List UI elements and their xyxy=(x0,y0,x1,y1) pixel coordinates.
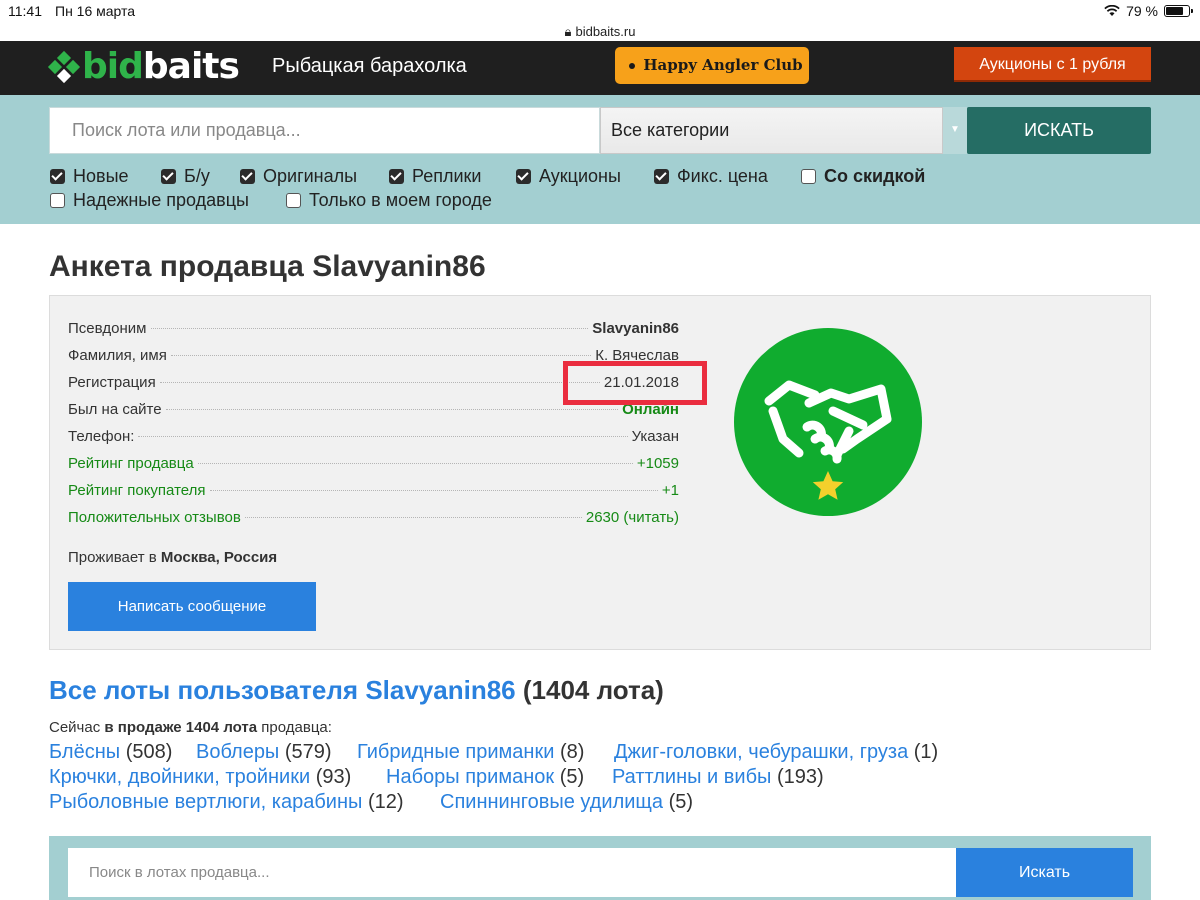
auctions-button[interactable]: Аукционы с 1 рубля xyxy=(954,47,1151,82)
category-link[interactable]: Джиг-головки, чебурашки, груза (1) xyxy=(614,741,938,764)
filter-used[interactable]: Б/у xyxy=(161,165,210,187)
site-tagline: Рыбацкая барахолка xyxy=(272,55,467,77)
chevron-down-icon[interactable]: ▼ xyxy=(943,107,967,154)
status-time: 11:41 xyxy=(8,3,42,19)
search-panel: Поиск лота или продавца... Все категории… xyxy=(0,95,1200,224)
category-link[interactable]: Раттлины и вибы (193) xyxy=(612,766,824,789)
filter-discount[interactable]: Со скидкой xyxy=(801,165,925,187)
on-sale-summary: Сейчас в продаже 1404 лота продавца: xyxy=(49,719,332,736)
url-text: bidbaits.ru xyxy=(575,24,636,39)
filter-my-city[interactable]: Только в моем городе xyxy=(286,189,492,211)
info-row-seller-rating[interactable]: Рейтинг продавца +1059 xyxy=(68,455,679,475)
checkbox[interactable] xyxy=(516,168,531,184)
category-link[interactable]: Блёсны (508) xyxy=(49,741,172,764)
seller-lots-search-input[interactable]: Поиск в лотах продавца... xyxy=(68,848,956,897)
info-row-buyer-rating[interactable]: Рейтинг покупателя +1 xyxy=(68,482,679,502)
checkbox[interactable] xyxy=(50,168,65,184)
seller-location: Проживает в Москва, Россия xyxy=(68,549,278,566)
dot-icon xyxy=(629,63,636,69)
ios-status-bar: 11:41 Пн 16 марта 79 % xyxy=(0,0,1200,24)
handshake-badge-icon xyxy=(734,328,922,516)
send-message-button[interactable]: Написать сообщение xyxy=(68,582,316,631)
address-bar[interactable]: 🔒︎ bidbaits.ru xyxy=(0,24,1200,41)
search-button[interactable]: ИСКАТЬ xyxy=(967,107,1151,154)
category-link[interactable]: Гибридные приманки (8) xyxy=(357,741,584,764)
filter-auctions[interactable]: Аукционы xyxy=(516,165,621,187)
top-navigation: bidbaits Рыбацкая барахолка Happy Angler… xyxy=(0,41,1200,106)
club-label: Happy Angler Club xyxy=(643,56,803,74)
seller-profile-card: Псевдоним Slavyanin86 Фамилия, имя К. Вяче… xyxy=(49,295,1151,650)
all-lots-title[interactable]: Все лоты пользователя Slavyanin86 (1404 … xyxy=(49,675,664,706)
happy-angler-club-button[interactable]: Happy Angler Club xyxy=(615,47,809,106)
category-link[interactable]: Наборы приманок (5) xyxy=(386,766,584,789)
filter-replicas[interactable]: Реплики xyxy=(389,165,481,187)
checkbox[interactable] xyxy=(240,168,255,184)
checkbox[interactable] xyxy=(801,168,816,184)
wifi-icon xyxy=(1104,5,1120,16)
filter-fixed-price[interactable]: Фикс. цена xyxy=(654,165,768,187)
status-indicators: 79 % xyxy=(1104,3,1193,19)
seller-search-button[interactable]: Искать xyxy=(956,848,1133,897)
checkbox[interactable] xyxy=(50,192,65,208)
filter-new[interactable]: Новые xyxy=(50,165,129,187)
search-input[interactable]: Поиск лота или продавца... xyxy=(49,107,600,154)
page-title: Анкета продавца Slavyanin86 xyxy=(49,250,486,283)
checkbox[interactable] xyxy=(161,168,176,184)
site-logo[interactable]: bidbaits xyxy=(47,46,240,87)
seller-search-panel: Поиск в лотах продавца... Искать xyxy=(49,836,1151,900)
logo-text: bidbaits xyxy=(82,46,240,87)
battery-percent: 79 % xyxy=(1126,3,1158,19)
info-row-phone: Телефон: Указан xyxy=(68,428,679,445)
info-row-positive-reviews[interactable]: Положительных отзывов 2630 (читать) xyxy=(68,509,679,529)
category-link[interactable]: Рыболовные вертлюги, карабины (12) xyxy=(49,791,404,814)
lock-icon: 🔒︎ xyxy=(564,24,572,39)
category-select[interactable]: Все категории xyxy=(600,107,943,154)
category-link[interactable]: Воблеры (579) xyxy=(196,741,332,764)
checkbox[interactable] xyxy=(286,192,301,208)
battery-icon xyxy=(1164,5,1193,17)
filter-reliable-sellers[interactable]: Надежные продавцы xyxy=(50,189,249,211)
seller-username: Slavyanin86 xyxy=(312,250,486,283)
checkbox[interactable] xyxy=(389,168,404,184)
category-link[interactable]: Спиннинговые удилища (5) xyxy=(440,791,693,814)
status-date: Пн 16 марта xyxy=(55,3,136,19)
checkbox[interactable] xyxy=(654,168,669,184)
registration-highlight-box xyxy=(563,361,707,405)
info-row-nickname: Псевдоним Slavyanin86 xyxy=(68,320,679,337)
filter-originals[interactable]: Оригиналы xyxy=(240,165,357,187)
logo-mark-icon xyxy=(47,50,81,84)
category-link[interactable]: Крючки, двойники, тройники (93) xyxy=(49,766,351,789)
